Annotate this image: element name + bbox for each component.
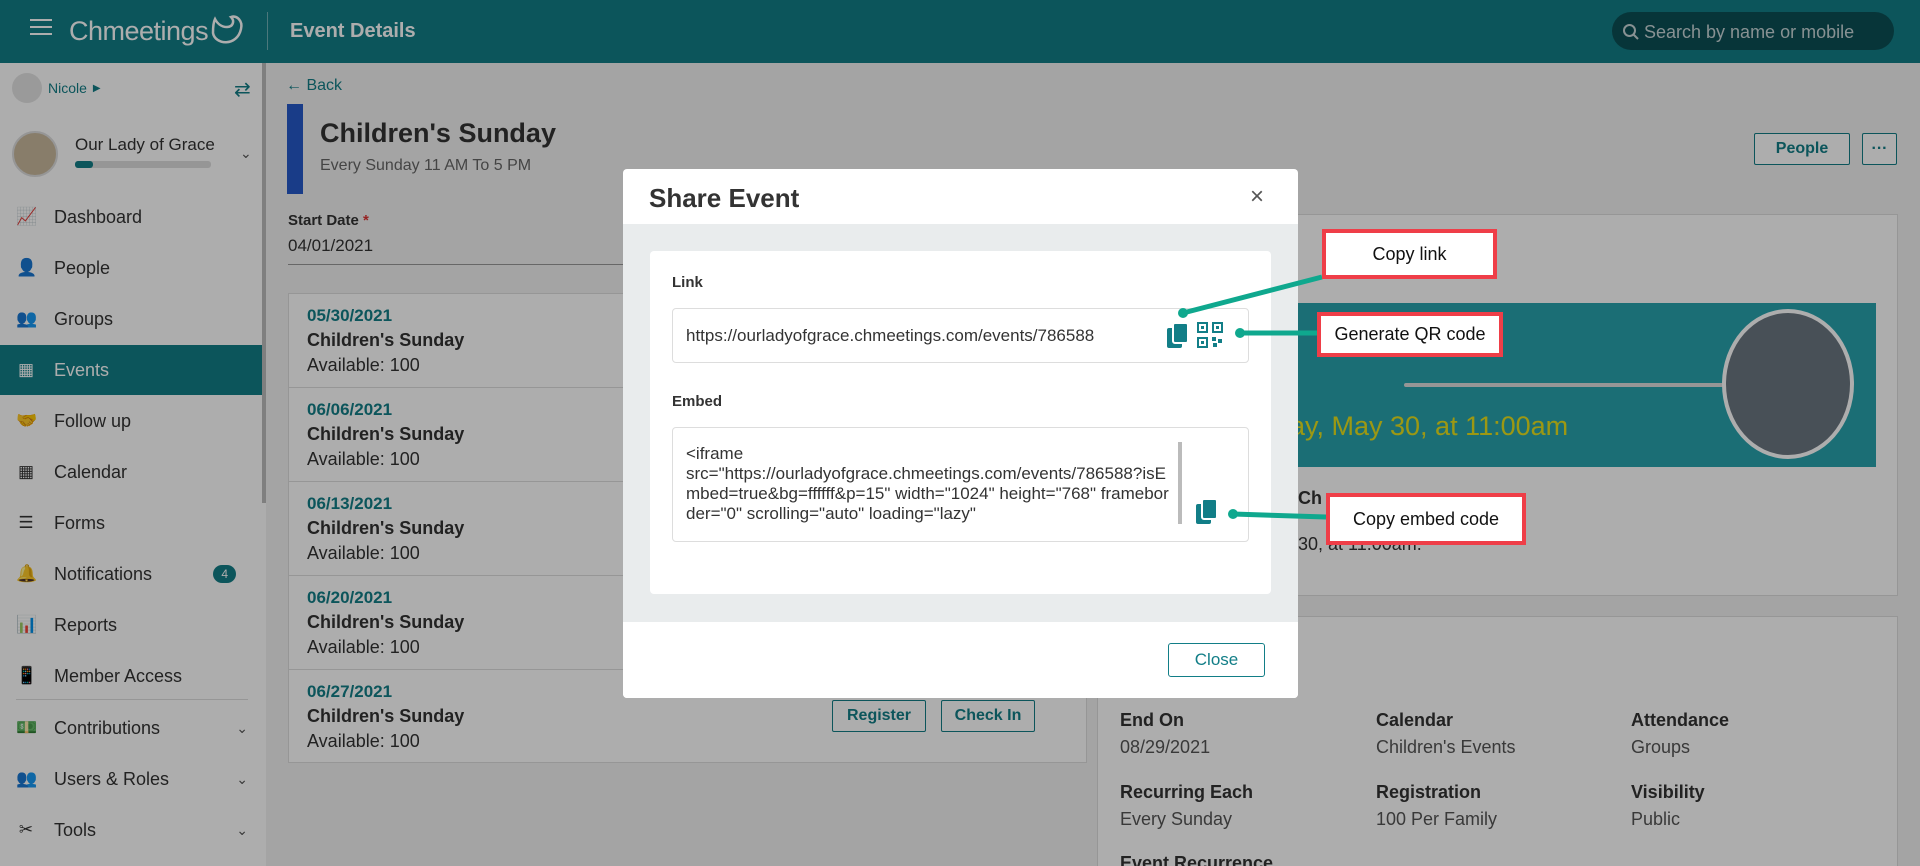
callout-copy-link: Copy link bbox=[1322, 229, 1497, 279]
connector-dot bbox=[1235, 328, 1245, 338]
callout-copy-embed: Copy embed code bbox=[1326, 493, 1526, 545]
connector-dot bbox=[1228, 509, 1238, 519]
callout-generate-qr: Generate QR code bbox=[1317, 312, 1503, 357]
annotation-connectors bbox=[1178, 274, 1327, 520]
connector-copy-embed bbox=[1232, 511, 1327, 520]
connector-dot bbox=[1178, 308, 1188, 318]
connector-copy-link bbox=[1182, 274, 1323, 316]
